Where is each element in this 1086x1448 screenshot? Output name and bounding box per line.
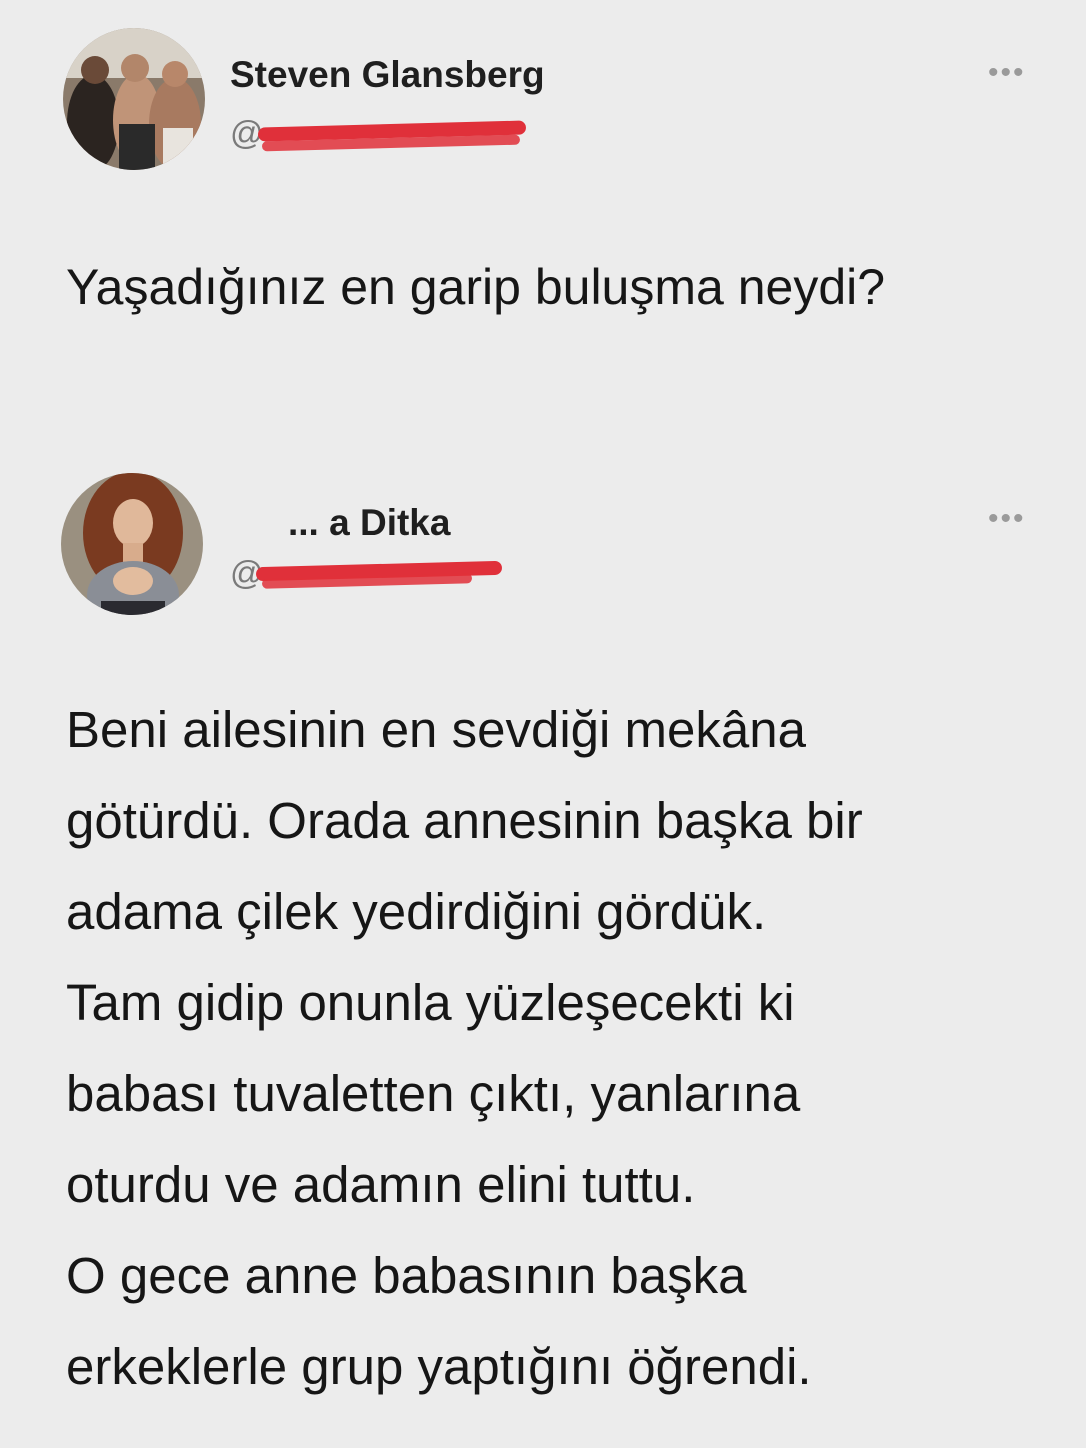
author-name[interactable]: Steven Glansberg xyxy=(230,54,545,96)
text-line: O gece anne babasının başka xyxy=(66,1247,747,1304)
more-options-icon[interactable]: ••• xyxy=(988,502,1026,536)
avatar-image xyxy=(63,28,205,170)
more-options-icon[interactable]: ••• xyxy=(988,56,1026,90)
avatar[interactable] xyxy=(61,473,203,615)
tweet-2: ... a Ditka @ ••• Beni ailesinin en sevd… xyxy=(0,430,1086,1448)
author-name[interactable]: ... a Ditka xyxy=(288,502,450,544)
text-line: Yaşadığınız en garip buluşma neydi? xyxy=(66,259,886,315)
text-line: götürdü. Orada annesinin başka bir xyxy=(66,792,863,849)
tweet-1: Steven Glansberg @ ••• Yaşadığınız en ga… xyxy=(0,0,1086,430)
text-line: erkeklerle grup yaptığını öğrendi. xyxy=(66,1338,812,1395)
tweet-text: Yaşadığınız en garip buluşma neydi? xyxy=(66,242,885,333)
avatar-image xyxy=(61,473,203,615)
text-line: oturdu ve adamın elini tuttu. xyxy=(66,1156,696,1213)
text-line: adama çilek yedirdiğini gördük. xyxy=(66,883,767,940)
tweet-text: Beni ailesinin en sevdiği mekâna götürdü… xyxy=(66,684,863,1412)
text-line: Beni ailesinin en sevdiği mekâna xyxy=(66,701,806,758)
avatar[interactable] xyxy=(63,28,205,170)
text-line: babası tuvaletten çıktı, yanlarına xyxy=(66,1065,801,1122)
text-line: Tam gidip onunla yüzleşecekti ki xyxy=(66,974,795,1031)
